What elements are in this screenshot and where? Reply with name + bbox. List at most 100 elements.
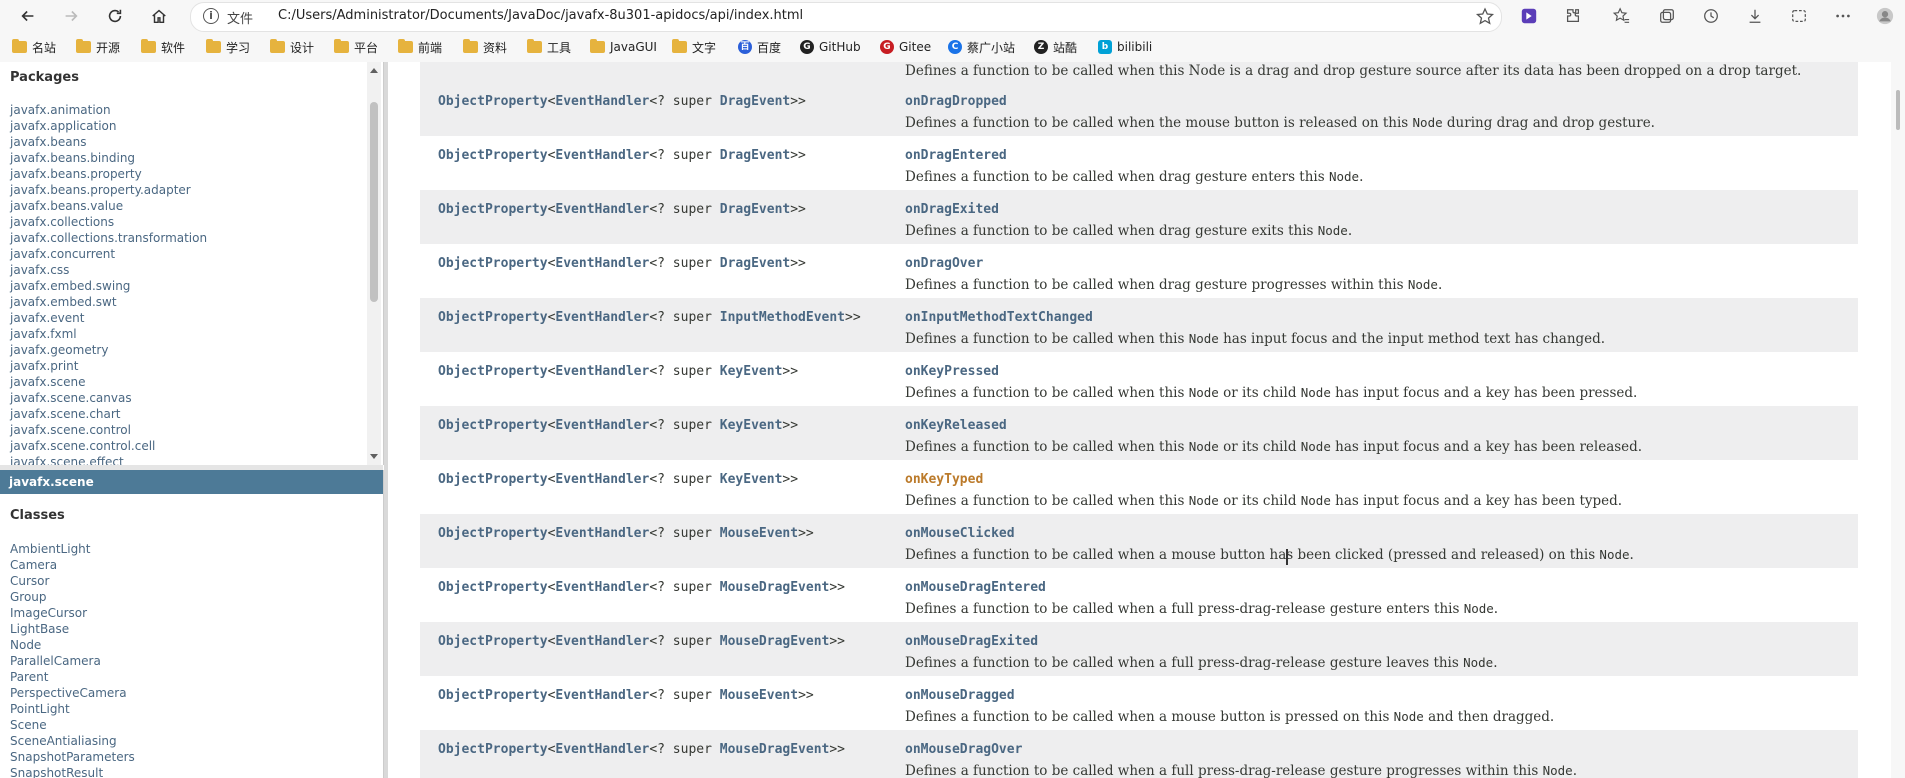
package-link[interactable]: javafx.fxml [10, 326, 207, 342]
package-link[interactable]: javafx.print [10, 358, 207, 374]
class-link[interactable]: Camera [10, 557, 135, 573]
class-link[interactable]: Group [10, 589, 135, 605]
url-text[interactable]: C:/Users/Administrator/Documents/JavaDoc… [278, 8, 803, 23]
favorites-icon[interactable] [1610, 5, 1632, 27]
package-link[interactable]: javafx.beans.value [10, 198, 207, 214]
bookmark-folder[interactable]: 设计 [270, 39, 314, 55]
property-link[interactable]: onMouseDragged [905, 688, 1015, 703]
bookmark-zcool[interactable]: Z 站酷 [1034, 39, 1077, 55]
type-link[interactable]: ObjectProperty [438, 148, 548, 163]
package-link[interactable]: javafx.collections [10, 214, 207, 230]
type-link[interactable]: ObjectProperty [438, 580, 548, 595]
package-link[interactable]: javafx.geometry [10, 342, 207, 358]
bookmark-folder[interactable]: 资料 [463, 39, 507, 55]
property-link[interactable]: onDragOver [905, 256, 983, 271]
bookmark-bilibili[interactable]: b bilibili [1098, 39, 1152, 55]
class-link[interactable]: Scene [10, 717, 135, 733]
forward-button[interactable] [59, 4, 83, 28]
current-package-banner[interactable]: javafx.scene [0, 470, 383, 494]
bookmark-folder[interactable]: 软件 [141, 39, 185, 55]
type-link[interactable]: MouseDragEvent [720, 742, 830, 757]
package-link[interactable]: javafx.embed.swt [10, 294, 207, 310]
downloads-icon[interactable] [1744, 5, 1766, 27]
package-link[interactable]: javafx.application [10, 118, 207, 134]
bookmark-folder[interactable]: 平台 [334, 39, 378, 55]
extensions-puzzle-icon[interactable] [1562, 5, 1584, 27]
package-link[interactable]: javafx.scene.control [10, 422, 207, 438]
type-link[interactable]: ObjectProperty [438, 364, 548, 379]
type-link[interactable]: EventHandler [555, 364, 649, 379]
type-link[interactable]: ObjectProperty [438, 472, 548, 487]
type-link[interactable]: ObjectProperty [438, 688, 548, 703]
type-link[interactable]: DragEvent [720, 202, 790, 217]
type-link[interactable]: EventHandler [555, 472, 649, 487]
scroll-up-icon[interactable] [370, 68, 378, 73]
package-link[interactable]: javafx.scene.control.cell [10, 438, 207, 454]
type-link[interactable]: MouseDragEvent [720, 580, 830, 595]
property-link[interactable]: onKeyTyped [905, 472, 983, 487]
type-link[interactable]: KeyEvent [720, 418, 783, 433]
package-link[interactable]: javafx.scene.effect [10, 454, 207, 465]
type-link[interactable]: DragEvent [720, 148, 790, 163]
history-icon[interactable] [1700, 5, 1722, 27]
type-link[interactable]: DragEvent [720, 94, 790, 109]
type-link[interactable]: KeyEvent [720, 472, 783, 487]
package-link[interactable]: javafx.scene.chart [10, 406, 207, 422]
class-link[interactable]: ImageCursor [10, 605, 135, 621]
bookmark-github[interactable]: G GitHub [800, 39, 861, 55]
packages-scrollbar[interactable] [367, 62, 381, 465]
class-link[interactable]: ParallelCamera [10, 653, 135, 669]
property-link[interactable]: onDragExited [905, 202, 999, 217]
property-link[interactable]: onMouseDragOver [905, 742, 1022, 757]
collections-icon[interactable] [1656, 5, 1678, 27]
favorite-star-icon[interactable] [1475, 7, 1495, 27]
type-link[interactable]: EventHandler [555, 310, 649, 325]
property-link[interactable]: onMouseDragEntered [905, 580, 1046, 595]
bookmark-baidu[interactable]: 百百度 [738, 39, 781, 55]
type-link[interactable]: EventHandler [555, 418, 649, 433]
type-link[interactable]: ObjectProperty [438, 418, 548, 433]
main-scrollbar[interactable] [1891, 62, 1905, 778]
info-icon[interactable]: i [203, 8, 219, 24]
class-link[interactable]: Node [10, 637, 135, 653]
package-link[interactable]: javafx.scene [10, 374, 207, 390]
property-link[interactable]: onDragEntered [905, 148, 1007, 163]
package-link[interactable]: javafx.collections.transformation [10, 230, 207, 246]
type-link[interactable]: EventHandler [555, 202, 649, 217]
type-link[interactable]: InputMethodEvent [720, 310, 845, 325]
screenshot-icon[interactable] [1788, 5, 1810, 27]
type-link[interactable]: EventHandler [555, 148, 649, 163]
property-link[interactable]: onInputMethodTextChanged [905, 310, 1093, 325]
bookmark-folder[interactable]: 名站 [12, 39, 56, 55]
bookmark-gitee[interactable]: G Gitee [880, 39, 931, 55]
type-link[interactable]: ObjectProperty [438, 202, 548, 217]
class-link[interactable]: SceneAntialiasing [10, 733, 135, 749]
address-bar[interactable]: i 文件 C:/Users/Administrator/Documents/Ja… [190, 2, 1502, 32]
package-link[interactable]: javafx.beans.property [10, 166, 207, 182]
profile-avatar[interactable] [1874, 5, 1896, 27]
scrollbar-thumb[interactable] [1896, 90, 1900, 130]
type-link[interactable]: EventHandler [555, 688, 649, 703]
class-link[interactable]: SnapshotResult [10, 765, 135, 778]
class-link[interactable]: LightBase [10, 621, 135, 637]
class-link[interactable]: AmbientLight [10, 541, 135, 557]
property-link[interactable]: onMouseClicked [905, 526, 1015, 541]
type-link[interactable]: ObjectProperty [438, 742, 548, 757]
more-menu-icon[interactable] [1832, 5, 1854, 27]
type-link[interactable]: MouseEvent [720, 688, 798, 703]
property-link[interactable]: onKeyReleased [905, 418, 1007, 433]
back-button[interactable] [16, 4, 40, 28]
type-link[interactable]: DragEvent [720, 256, 790, 271]
package-link[interactable]: javafx.beans.binding [10, 150, 207, 166]
type-link[interactable]: EventHandler [555, 94, 649, 109]
bookmark-folder[interactable]: 学习 [206, 39, 250, 55]
bookmark-folder[interactable]: 工具 [527, 39, 571, 55]
type-link[interactable]: EventHandler [555, 580, 649, 595]
class-link[interactable]: Cursor [10, 573, 135, 589]
bookmark-site[interactable]: C 蔡广小站 [948, 39, 1015, 55]
package-link[interactable]: javafx.concurrent [10, 246, 207, 262]
extension-purple-icon[interactable] [1518, 5, 1540, 27]
type-link[interactable]: ObjectProperty [438, 94, 548, 109]
class-link[interactable]: SnapshotParameters [10, 749, 135, 765]
scrollbar-thumb[interactable] [370, 102, 378, 302]
